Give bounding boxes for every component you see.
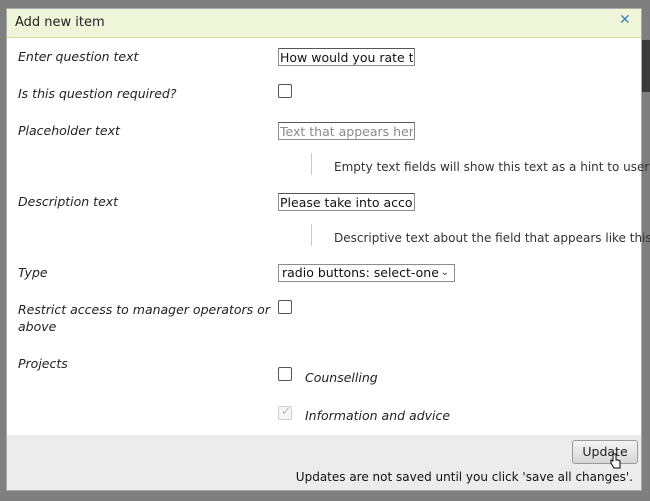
restrict-checkbox[interactable] [278, 300, 292, 314]
type-label: Type [18, 265, 48, 280]
description-text-input[interactable] [278, 193, 415, 211]
background-scroll-area [641, 40, 650, 92]
description-text-label: Description text [18, 194, 119, 209]
hand-cursor-icon [610, 453, 621, 469]
placeholder-text-label: Placeholder text [18, 123, 120, 138]
required-label: Is this question required? [18, 86, 177, 101]
question-text-input[interactable] [278, 48, 415, 66]
project-counselling-label: Counselling [305, 370, 378, 385]
project-info-advice-checkbox: ✓ [278, 404, 292, 420]
type-select-value: radio buttons: select-one [282, 265, 439, 280]
footer-note: Updates are not saved until you click 's… [295, 470, 633, 484]
placeholder-hint: Empty text fields will show this text as… [334, 160, 650, 174]
project-counselling-checkbox[interactable] [278, 367, 292, 381]
type-select[interactable]: radio buttons: select-one ⌄ [278, 264, 455, 282]
dialog-titlebar: Add new item ✕ [7, 9, 641, 38]
close-icon[interactable]: ✕ [619, 12, 633, 28]
projects-label: Projects [18, 356, 68, 371]
chevron-down-icon: ⌄ [440, 267, 449, 278]
check-icon: ✓ [281, 404, 292, 418]
description-hint: Descriptive text about the field that ap… [334, 231, 650, 245]
question-text-label: Enter question text [18, 49, 139, 64]
dialog-title: Add new item [15, 15, 105, 30]
placeholder-text-input[interactable] [278, 122, 415, 140]
required-checkbox[interactable] [278, 84, 292, 98]
restrict-label-line1: Restrict access to manager operators or [18, 302, 270, 317]
project-info-advice-label: Information and advice [305, 408, 451, 423]
update-button[interactable]: Update [572, 440, 638, 464]
add-item-dialog: Add new item ✕ Enter question text Is th… [6, 8, 650, 491]
hint-divider [311, 153, 312, 175]
hint-divider [311, 224, 312, 246]
restrict-label-line2: above [18, 319, 57, 334]
